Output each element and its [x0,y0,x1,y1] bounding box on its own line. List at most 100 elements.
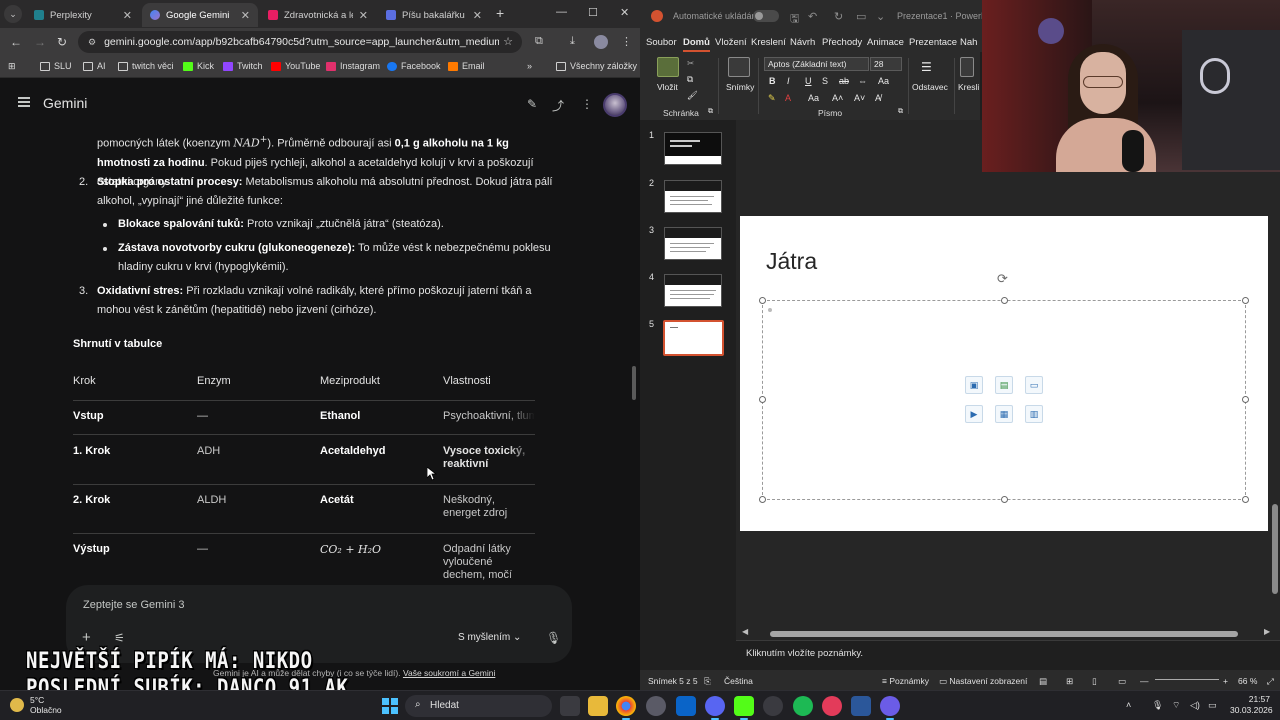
settings-gear-icon[interactable] [646,696,666,716]
change-case-icon[interactable]: Aa [878,76,889,86]
clock[interactable]: 21:57 30.03.2026 [1230,694,1273,716]
insert-video-icon[interactable]: ▶ [965,405,983,423]
slide-thumbnail[interactable] [664,227,722,260]
vertical-scrollbar[interactable] [1272,504,1278,594]
resize-handle[interactable] [759,297,766,304]
bookmark-folder-slu[interactable]: SLU [40,61,72,71]
page-scrollbar[interactable] [632,366,636,400]
tab-search-button[interactable]: ⌄ [4,5,22,23]
strikethrough-icon[interactable]: ab [839,76,849,86]
resize-handle[interactable] [759,396,766,403]
highlight-icon[interactable]: ✎ [768,93,776,104]
view-settings-button[interactable]: ▭ Nastavení zobrazení [939,676,1027,687]
content-placeholder[interactable] [762,300,1246,500]
kick-icon[interactable] [734,696,754,720]
zoom-slider[interactable] [1155,679,1219,680]
forward-icon[interactable]: → [34,35,46,49]
tab-zdravotnicka[interactable]: Zdravotnická a léka ✕ [260,3,376,27]
paste-button[interactable]: Vložit [657,82,678,92]
tab-prechody[interactable]: Přechody [822,37,862,48]
close-icon[interactable]: ✕ [123,9,132,22]
site-info-icon[interactable]: ⚙ [88,37,96,48]
tab-animace[interactable]: Animace [867,37,904,48]
add-attachment-icon[interactable]: + [82,629,91,646]
spotify-icon[interactable] [793,696,813,716]
notes-button[interactable]: ≡ Poznámky [882,676,929,686]
battery-icon[interactable]: ▭ [1208,700,1217,711]
resize-handle[interactable] [759,496,766,503]
redo-icon[interactable]: ↻ [834,10,843,23]
tab-perplexity[interactable]: Perplexity ✕ [26,3,140,27]
format-painter-icon[interactable]: 🖌 [687,90,698,101]
resize-handle[interactable] [1242,297,1249,304]
clear-formatting-icon[interactable]: A̸ [875,93,881,103]
slideshow-icon[interactable]: ▭ [1118,676,1126,687]
new-chat-icon[interactable]: ✎ [527,97,537,111]
taskbar-search[interactable]: ⌕ Hledat [405,695,552,717]
insert-table-icon[interactable]: ▦ [995,405,1013,423]
tab-prezentace[interactable]: Prezentace [909,37,957,48]
app-icon[interactable] [763,696,783,716]
font-name-select[interactable]: Aptos (Základní text) [764,57,869,71]
close-window-icon[interactable]: ✕ [620,6,629,19]
bookmarks-overflow-button[interactable]: » [527,61,532,71]
insert-cameo-icon[interactable]: ▭ [1025,376,1043,394]
microphone-icon[interactable]: 🎙 [546,631,561,645]
resize-handle[interactable] [1001,297,1008,304]
close-icon[interactable]: ✕ [241,9,250,22]
word-icon[interactable] [851,696,871,716]
notes-pane[interactable]: Kliknutím vložíte poznámky. [736,640,1280,668]
underline-icon[interactable]: U [805,76,812,86]
customize-qat-icon[interactable]: ⌄ [876,10,885,23]
app-icon[interactable] [880,696,900,720]
slide[interactable]: Játra ⟳ ▣ ▤ ▭ ▶ ▦ ▥ [740,216,1268,531]
mic-tray-icon[interactable]: 🎙 [1152,700,1163,711]
scroll-left-icon[interactable]: ◀ [742,627,748,636]
more-options-icon[interactable]: ⋮ [581,97,593,111]
back-icon[interactable]: ← [10,35,22,49]
save-icon[interactable]: 🖫 [790,10,799,29]
apps-grid-icon[interactable]: ⊞ [8,61,16,72]
store-icon[interactable] [676,696,696,716]
slide-thumbnail-selected[interactable] [663,320,724,356]
tab-pisu-bakalarku[interactable]: Píšu bakalářku na t ✕ [378,3,490,27]
normal-view-icon[interactable]: ▤ [1039,676,1047,687]
rotate-handle-icon[interactable]: ⟳ [997,271,1008,287]
spacing-icon[interactable]: ⇔ [858,76,867,86]
decrease-font-icon[interactable]: A˄ [832,93,843,103]
mode-selector[interactable]: S myšlením ⌄ [458,632,521,643]
tab-navrh[interactable]: Návrh [790,37,815,48]
prompt-input[interactable]: Zeptejte se Gemini 3 [83,599,185,611]
cut-icon[interactable]: ✂ [687,58,694,69]
slide-sorter-icon[interactable]: ⊞ [1066,676,1073,687]
dialog-launcher-icon[interactable]: ⧉ [898,108,903,116]
drawing-button[interactable]: Kresli [958,82,979,92]
slide-thumbnail[interactable] [664,274,722,307]
profile-avatar[interactable] [594,35,608,49]
chrome-icon[interactable] [616,696,636,720]
autosave-toggle[interactable] [753,10,779,22]
tray-chevron-icon[interactable]: ˄ [1126,700,1131,710]
bookmark-folder-twitch[interactable]: twitch věci [118,61,174,71]
discord-icon[interactable] [705,696,725,720]
zoom-in-icon[interactable]: + [1223,676,1228,686]
scroll-right-icon[interactable]: ▶ [1264,627,1270,636]
drawing-icon[interactable] [960,57,974,77]
bookmark-instagram[interactable]: Instagram [326,61,380,71]
zoom-out-icon[interactable]: — [1140,676,1149,686]
bookmark-youtube[interactable]: YouTube [271,61,320,71]
dialog-launcher-icon[interactable]: ⧉ [708,108,713,116]
insert-chart-icon[interactable]: ▥ [1025,405,1043,423]
insert-icon-icon[interactable]: ▤ [995,376,1013,394]
resize-handle[interactable] [1242,396,1249,403]
reload-icon[interactable]: ↻ [57,35,67,49]
paste-icon[interactable] [657,57,679,77]
start-button[interactable] [382,698,398,714]
slide-thumbnail[interactable] [664,132,722,165]
app-icon[interactable] [822,696,842,716]
share-icon[interactable]: ⤴ [552,97,564,114]
tab-soubor[interactable]: Soubor [646,37,677,48]
bookmark-email[interactable]: Email [448,61,485,71]
fit-slide-icon[interactable]: ⤢ [1267,676,1274,687]
privacy-link[interactable]: Vaše soukromí a Gemini [403,668,495,678]
